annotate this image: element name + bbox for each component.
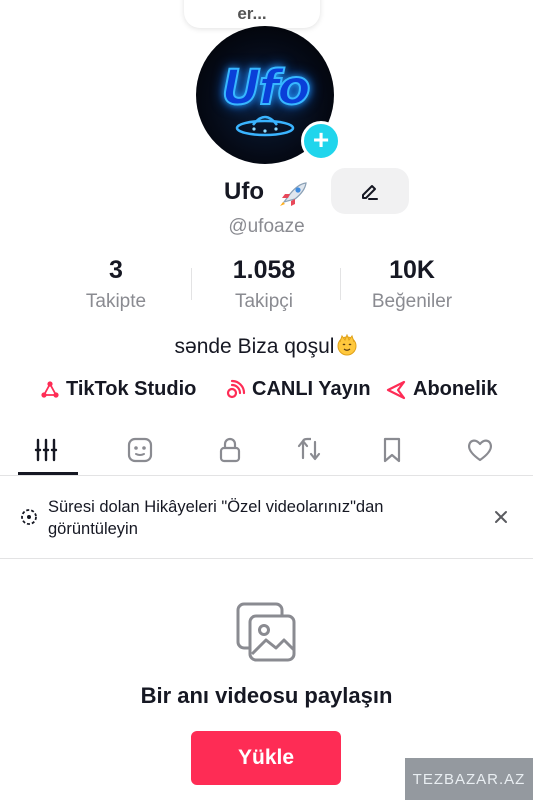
empty-state-title: Bir anı videosu paylaşın [140, 683, 393, 708]
avatar-logo: Ufo [221, 59, 312, 117]
grid-bars-icon [34, 438, 58, 462]
stat-likes[interactable]: 10K Beğeniler [342, 256, 482, 313]
profile-handle: @ufoaze [228, 216, 305, 237]
tab-stories[interactable] [110, 426, 170, 474]
tab-reposts[interactable] [279, 426, 339, 474]
stat-label: Takipçi [234, 291, 294, 312]
add-story-button[interactable]: + [301, 121, 341, 161]
tab-private[interactable] [200, 426, 260, 474]
repost-icon [297, 437, 321, 461]
stat-followers[interactable]: 1.058 Takipçi [194, 256, 334, 313]
notice-text: Süresi dolan Hikâyeleri "Özel videoların… [48, 498, 384, 538]
profile-avatar[interactable]: Ufo + [196, 26, 341, 166]
face-story-icon [127, 437, 153, 463]
ufo-icon [235, 115, 295, 137]
active-tab-indicator [18, 472, 78, 475]
subscription-icon [386, 380, 406, 399]
stat-value: 10K [389, 256, 435, 284]
lock-icon [219, 437, 241, 463]
top-chip[interactable]: er... [184, 0, 320, 28]
link-label: Abonelik [413, 378, 498, 400]
heart-icon [468, 439, 492, 462]
stat-value: 1.058 [232, 256, 296, 284]
name-row: Ufo [0, 168, 533, 214]
pencil-icon [362, 185, 378, 200]
stat-label: Beğeniler [371, 291, 453, 312]
bookmark-icon [383, 437, 401, 463]
profile-tabs [0, 426, 533, 476]
stat-label: Takipte [85, 291, 147, 312]
stat-divider [340, 268, 341, 300]
story-notice-banner[interactable]: Süresi dolan Hikâyeleri "Özel videoların… [0, 477, 533, 559]
rocket-icon [280, 182, 307, 206]
subscription-link[interactable]: Abonelik [385, 378, 497, 401]
tab-videos[interactable] [16, 426, 76, 474]
edit-profile-button[interactable] [331, 168, 409, 214]
tab-liked[interactable] [450, 426, 510, 474]
close-icon [495, 511, 507, 523]
smiling-face-icon [337, 334, 357, 356]
close-notice-button[interactable] [490, 506, 512, 528]
profile-name: Ufo [224, 178, 264, 205]
watermark: TEZBAZAR.AZ [405, 758, 533, 800]
stat-value: 3 [109, 256, 123, 284]
profile-stats: 3 Takipte 1.058 Takipçi 10K Beğeniler [0, 256, 533, 316]
photo-stack-icon [236, 602, 296, 662]
profile-bio: sənde Biza qoşul [0, 334, 533, 359]
top-chip-text: er... [237, 4, 267, 23]
bio-text: sənde Biza qoşul [174, 335, 335, 358]
link-label: TikTok Studio [66, 378, 197, 400]
upload-button[interactable]: Yükle [191, 731, 341, 785]
tab-favorites[interactable] [362, 426, 422, 474]
live-icon [226, 379, 246, 398]
profile-links: TikTok Studio CANLI Yayın Abonelik [0, 378, 533, 408]
live-link[interactable]: CANLI Yayın [224, 378, 371, 401]
studio-icon [41, 380, 59, 398]
stat-divider [191, 268, 192, 300]
link-label: CANLI Yayın [252, 378, 371, 400]
story-icon [21, 509, 37, 525]
tiktok-studio-link[interactable]: TikTok Studio [40, 378, 196, 401]
stat-following[interactable]: 3 Takipte [46, 256, 186, 313]
